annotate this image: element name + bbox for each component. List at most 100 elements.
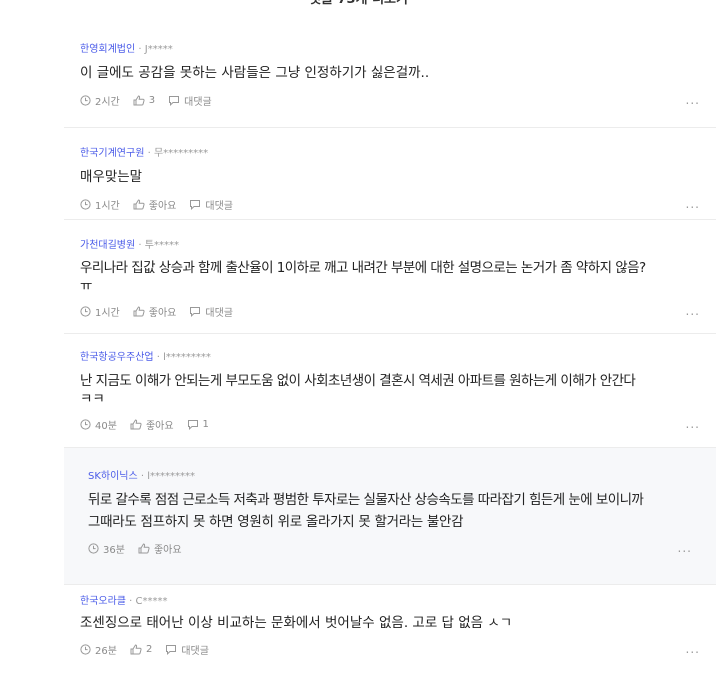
thumbs-up-icon bbox=[133, 94, 145, 105]
like-button[interactable]: 좋아요 bbox=[133, 197, 177, 212]
author-company[interactable]: SK하이닉스 bbox=[88, 471, 138, 482]
author-id: l********* bbox=[147, 471, 196, 482]
comment-thread: 한영회계법인 · J***** 이 글에도 공감을 못하는 사람들은 그냥 인정… bbox=[64, 26, 716, 659]
comment-actions: 1시간 좋아요 대댓글 ... bbox=[80, 197, 700, 212]
speech-bubble-icon bbox=[190, 199, 201, 210]
time-label: 2시간 bbox=[95, 96, 120, 108]
clock-icon bbox=[88, 542, 99, 554]
comment-time: 40분 bbox=[80, 417, 117, 432]
more-options-button[interactable]: ... bbox=[686, 417, 700, 431]
reply-button[interactable]: 대댓글 bbox=[189, 197, 233, 212]
comment-time: 36분 bbox=[88, 541, 125, 556]
author-company[interactable]: 가천대길병원 bbox=[80, 240, 135, 251]
more-options-button[interactable]: ... bbox=[686, 93, 700, 107]
comment-text-line-2: 그때라도 점프하지 못 하면 영원히 위로 올라가지 못 할거라는 불안감 bbox=[88, 514, 464, 530]
comment-item: 한국기계연구원 · 무********* 매우맞는말 1시간 좋아요 대댓글 .… bbox=[64, 127, 716, 219]
comment-text-line-2: ㅠ bbox=[80, 278, 93, 294]
reply-comment-item: SK하이닉스 · l********* 뒤로 갈수록 점점 근로소득 저축과 평… bbox=[64, 447, 716, 584]
speech-bubble-icon bbox=[166, 644, 177, 655]
reply-label: 대댓글 bbox=[184, 96, 212, 108]
like-button[interactable]: 좋아요 bbox=[130, 417, 174, 432]
comment-actions: 36분 좋아요 ... bbox=[88, 541, 692, 556]
like-label: 좋아요 bbox=[153, 544, 182, 556]
comment-item: 한영회계법인 · J***** 이 글에도 공감을 못하는 사람들은 그냥 인정… bbox=[64, 26, 716, 127]
reply-label: 대댓글 bbox=[205, 307, 233, 319]
author-company[interactable]: 한영회계법인 bbox=[80, 44, 135, 55]
author-company[interactable]: 한국오라클 bbox=[80, 596, 126, 607]
thumbs-up-icon bbox=[133, 305, 145, 316]
comment-actions: 26분 2 대댓글 ... bbox=[80, 642, 700, 657]
author-id: J***** bbox=[144, 44, 173, 55]
more-comments-label: 댓글 73개 더보기 bbox=[309, 0, 408, 10]
comment-item: 한국오라클 · C***** 조센징으로 태어난 이상 비교하는 문화에서 벗어… bbox=[64, 584, 716, 659]
author-company[interactable]: 한국기계연구원 bbox=[80, 148, 144, 159]
like-label: 2 bbox=[145, 643, 153, 655]
comment-text: 이 글에도 공감을 못하는 사람들은 그냥 인정하기가 싫은걸까.. bbox=[80, 65, 430, 81]
author-id: 투***** bbox=[144, 240, 179, 251]
comment-author: 한국항공우주산업 · l********* bbox=[80, 334, 700, 364]
reply-button[interactable]: 대댓글 bbox=[165, 642, 209, 657]
more-comments-link[interactable]: 댓글 73개 더보기 bbox=[0, 0, 717, 10]
speech-bubble-icon bbox=[187, 419, 198, 430]
author-company[interactable]: 한국항공우주산업 bbox=[80, 352, 154, 363]
like-button[interactable]: 2 bbox=[130, 644, 152, 655]
author-separator: · bbox=[135, 240, 145, 251]
more-options-button[interactable]: ... bbox=[686, 642, 700, 656]
comment-author: SK하이닉스 · l********* bbox=[88, 448, 692, 483]
speech-bubble-icon bbox=[169, 95, 180, 106]
author-separator: · bbox=[126, 596, 136, 607]
reply-label: 대댓글 bbox=[181, 645, 209, 657]
clock-icon bbox=[80, 305, 91, 317]
comment-text: 난 지금도 이해가 안되는게 부모도움 없이 사회초년생이 결혼시 역세권 아파… bbox=[80, 373, 636, 389]
like-button[interactable]: 좋아요 bbox=[133, 304, 177, 319]
clock-icon bbox=[80, 94, 91, 106]
like-label: 좋아요 bbox=[148, 307, 177, 319]
thumbs-up-icon bbox=[138, 542, 150, 553]
reply-button[interactable]: 대댓글 bbox=[189, 304, 233, 319]
like-button[interactable]: 좋아요 bbox=[138, 541, 182, 556]
reply-button[interactable]: 대댓글 bbox=[168, 93, 212, 108]
time-label: 40분 bbox=[95, 420, 117, 432]
comment-time: 1시간 bbox=[80, 197, 120, 212]
time-label: 36분 bbox=[103, 544, 125, 556]
comment-text: 매우맞는말 bbox=[80, 169, 143, 185]
time-label: 1시간 bbox=[95, 307, 120, 319]
more-options-button[interactable]: ... bbox=[686, 304, 700, 318]
comment-actions: 2시간 3 대댓글 ... bbox=[80, 93, 700, 108]
thumbs-up-icon bbox=[130, 643, 142, 654]
comment-author: 가천대길병원 · 투***** bbox=[80, 220, 700, 252]
comment-time: 26분 bbox=[80, 642, 117, 657]
time-label: 1시간 bbox=[95, 200, 120, 212]
speech-bubble-icon bbox=[190, 306, 201, 317]
comment-time: 2시간 bbox=[80, 93, 120, 108]
reply-count: 1 bbox=[202, 418, 209, 430]
comment-text: 우리나라 집값 상승과 함께 출산율이 1이하로 깨고 내려간 부분에 대한 설… bbox=[80, 260, 646, 276]
comments-page: 댓글 73개 더보기 한영회계법인 · J***** 이 글에도 공감을 못하는… bbox=[0, 0, 717, 679]
clock-icon bbox=[80, 198, 91, 210]
comment-author: 한영회계법인 · J***** bbox=[80, 26, 700, 56]
like-button[interactable]: 3 bbox=[133, 95, 155, 106]
author-id: C***** bbox=[135, 596, 168, 607]
reply-button[interactable]: 1 bbox=[187, 419, 209, 430]
comment-text: 조센징으로 태어난 이상 비교하는 문화에서 벗어날수 없음. 고로 답 없음 … bbox=[80, 615, 513, 631]
comment-author: 한국오라클 · C***** bbox=[80, 585, 700, 608]
clock-icon bbox=[80, 418, 91, 430]
comment-actions: 1시간 좋아요 대댓글 ... bbox=[80, 304, 700, 319]
comment-text-line-2: ㅋㅋ bbox=[80, 391, 105, 407]
author-id: l********* bbox=[163, 352, 211, 363]
more-options-button[interactable]: ... bbox=[678, 541, 692, 555]
like-label: 좋아요 bbox=[148, 200, 177, 212]
author-separator: · bbox=[135, 44, 145, 55]
like-label: 좋아요 bbox=[145, 420, 174, 432]
comment-text: 뒤로 갈수록 점점 근로소득 저축과 평범한 투자로는 실물자산 상승속도를 따… bbox=[88, 492, 644, 508]
reply-label: 대댓글 bbox=[205, 200, 233, 212]
time-label: 26분 bbox=[95, 645, 117, 657]
comment-item: 한국항공우주산업 · l********* 난 지금도 이해가 안되는게 부모도… bbox=[64, 333, 716, 447]
like-label: 3 bbox=[148, 94, 156, 106]
thumbs-up-icon bbox=[130, 418, 142, 429]
comment-author: 한국기계연구원 · 무********* bbox=[80, 128, 700, 160]
author-separator: · bbox=[137, 471, 148, 482]
more-options-button[interactable]: ... bbox=[686, 197, 700, 211]
author-separator: · bbox=[153, 352, 164, 363]
thumbs-up-icon bbox=[133, 198, 145, 209]
